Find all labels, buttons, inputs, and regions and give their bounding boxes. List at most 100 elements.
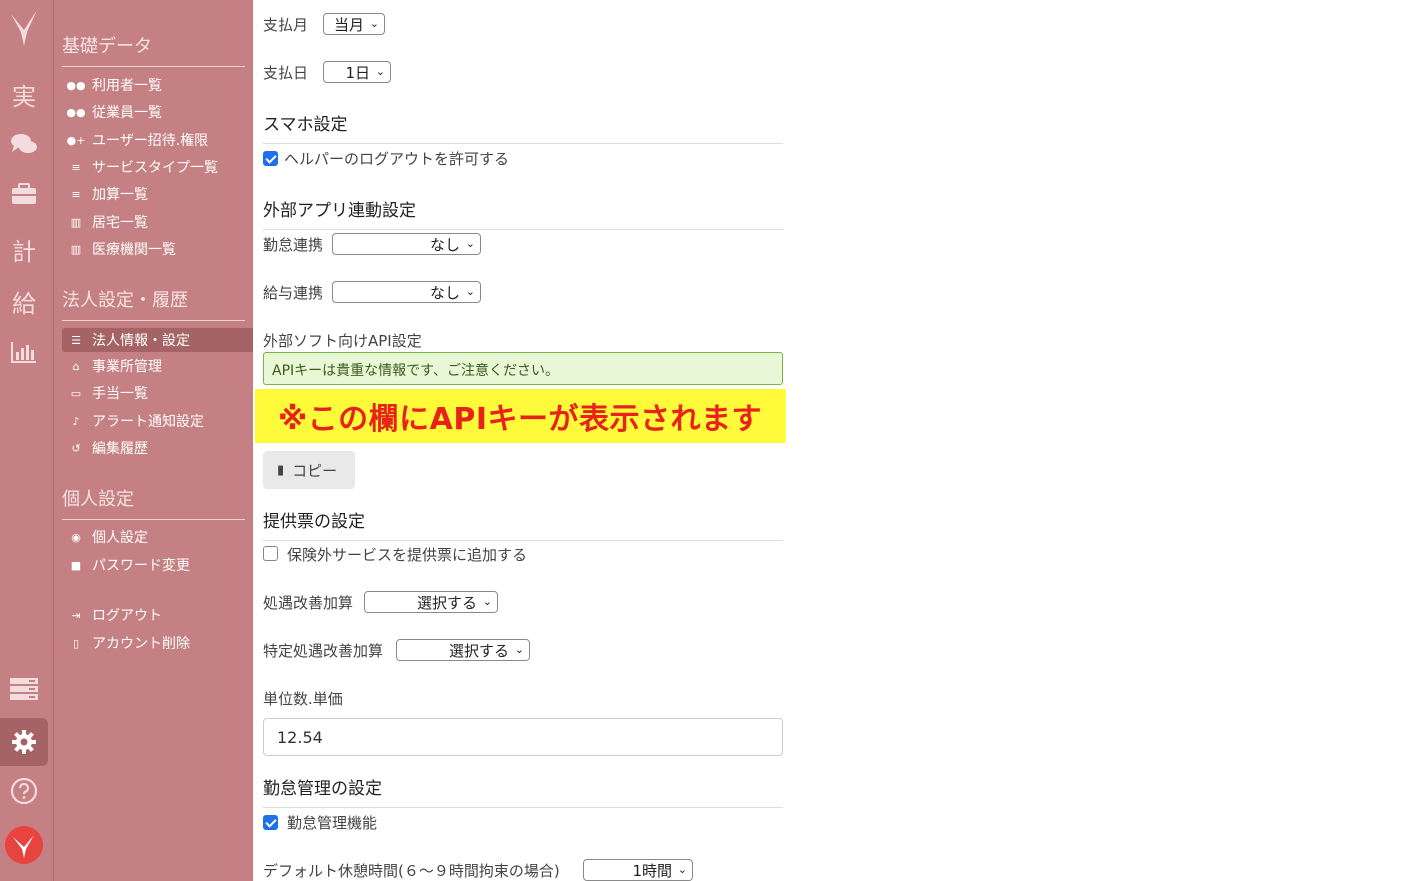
sidebar-item-label: 利用者一覧: [92, 78, 162, 94]
chevron-down-icon: ⌄: [465, 285, 475, 298]
sidebar-item-label: 編集履歴: [92, 441, 148, 457]
sidebar-item-allowances[interactable]: ▭ 手当一覧: [62, 381, 253, 405]
sidebar-item-delete-account[interactable]: ▯ アカウント削除: [62, 631, 253, 655]
building-icon: ▥: [70, 215, 82, 229]
external-app-heading: 外部アプリ連動設定: [263, 196, 783, 230]
sidebar-item-service-types[interactable]: ≡ サービスタイプ一覧: [62, 155, 253, 179]
salary-link-label: 給与連携: [263, 284, 324, 302]
sidebar-item-label: 居宅一覧: [92, 215, 148, 231]
sidebar-item-label: 個人設定: [92, 530, 148, 546]
chevron-down-icon: ⌄: [465, 237, 475, 250]
users-icon: ●●: [66, 78, 86, 92]
attendance-link-label: 勤怠連携: [263, 236, 324, 254]
helper-logout-label: ヘルパーのログアウトを許可する: [284, 150, 510, 168]
sidebar-item-label: アカウント削除: [92, 636, 190, 652]
rail-keikaku-label: 計: [12, 237, 36, 266]
brand-logo-icon[interactable]: [0, 821, 48, 869]
api-key-notice: APIキーは貴重な情報です、ご注意ください。: [263, 352, 783, 385]
sidebar-item-additions[interactable]: ≡ 加算一覧: [62, 182, 253, 206]
helper-logout-checkbox[interactable]: [263, 151, 278, 166]
api-settings-label: 外部ソフト向けAPI設定: [263, 332, 422, 350]
sidebar-item-label: アラート通知設定: [92, 414, 204, 430]
attendance-link-value: なし: [429, 235, 460, 254]
sidebar-item-label: 医療機関一覧: [92, 242, 176, 258]
copy-button[interactable]: ▮ コピー: [263, 451, 355, 489]
file-icon: ▮: [277, 462, 285, 478]
pay-day-label: 支払日: [263, 64, 309, 82]
sidebar-item-corporate-info[interactable]: ☰ 法人情報・設定: [62, 328, 253, 352]
pay-day-select[interactable]: 1日 ⌄: [323, 61, 391, 83]
sidebar-section-basic-data: 基礎データ: [62, 32, 245, 67]
pay-month-select[interactable]: 当月 ⌄: [323, 13, 385, 35]
smartphone-settings-heading: スマホ設定: [263, 110, 783, 144]
users-icon: ●●: [66, 105, 86, 119]
rail-jisseki[interactable]: 実: [0, 70, 48, 118]
help-circle-icon[interactable]: [0, 767, 48, 815]
chevron-down-icon: ⌄: [677, 863, 687, 876]
server-icon[interactable]: [0, 665, 48, 713]
non-insured-label: 保険外サービスを提供票に追加する: [287, 546, 528, 564]
sidebar-item-history[interactable]: ↺ 編集履歴: [62, 436, 253, 460]
user-plus-icon: ●+: [66, 133, 86, 147]
attendance-link-select[interactable]: なし ⌄: [332, 233, 481, 255]
logout-icon: ⇥: [71, 608, 81, 622]
sidebar-item-label: 加算一覧: [92, 187, 148, 203]
default-break-select[interactable]: 1時間 ⌄: [583, 859, 693, 881]
sidebar-item-label: ユーザー招待.権限: [92, 133, 209, 149]
special-treatment-select[interactable]: 選択する ⌄: [396, 639, 530, 661]
sidebar-item-care-offices[interactable]: ▥ 居宅一覧: [62, 210, 253, 234]
sliders-icon: ☰: [71, 333, 81, 347]
sidebar-item-password[interactable]: ■ パスワード変更: [62, 553, 253, 577]
pay-month-value: 当月: [333, 15, 364, 34]
sidebar-item-label: 事業所管理: [92, 359, 162, 375]
rail-jisseki-label: 実: [12, 82, 36, 111]
sidebar-item-offices[interactable]: ⌂ 事業所管理: [62, 354, 253, 378]
sidebar-item-personal-settings[interactable]: ◉ 個人設定: [62, 525, 253, 549]
chevron-down-icon: ⌄: [514, 643, 524, 656]
rail-kyuyo-label: 給: [12, 289, 36, 318]
salary-link-select[interactable]: なし ⌄: [332, 281, 481, 303]
treatment-addition-value: 選択する: [416, 593, 477, 612]
rail-keikaku[interactable]: 計: [0, 225, 48, 273]
gear-icon[interactable]: [0, 718, 48, 766]
bar-chart-icon[interactable]: [0, 328, 48, 376]
treatment-addition-select[interactable]: 選択する ⌄: [364, 591, 498, 613]
pay-month-label: 支払月: [263, 16, 309, 34]
invoice-settings-heading: 提供票の設定: [263, 507, 783, 541]
sidebar-section-personal: 個人設定: [62, 485, 245, 520]
sidebar-item-label: ログアウト: [92, 608, 162, 624]
home-icon: ⌂: [72, 359, 80, 373]
app-logo-icon[interactable]: [0, 4, 48, 52]
attendance-settings-heading: 勤怠管理の設定: [263, 774, 783, 808]
trash-icon: ▯: [72, 636, 80, 650]
sidebar-item-users[interactable]: ●● 利用者一覧: [62, 73, 253, 97]
default-break-label: デフォルト休憩時間(６〜９時間拘束の場合): [263, 862, 560, 880]
api-key-display: ※この欄にAPIキーが表示されます: [255, 389, 786, 443]
sidebar-item-invite[interactable]: ●+ ユーザー招待.権限: [62, 128, 253, 152]
unit-price-input[interactable]: 12.54: [263, 718, 783, 756]
pay-day-value: 1日: [345, 63, 370, 82]
sidebar-item-alerts[interactable]: ♪ アラート通知設定: [62, 409, 253, 433]
sidebar-item-label: 従業員一覧: [92, 105, 162, 121]
sidebar-item-label: 法人情報・設定: [92, 333, 190, 349]
unit-price-label: 単位数.単価: [263, 690, 343, 708]
user-circle-icon: ◉: [71, 530, 81, 544]
chevron-down-icon: ⌄: [375, 65, 385, 78]
attendance-feature-checkbox[interactable]: [263, 815, 278, 830]
non-insured-checkbox[interactable]: [263, 546, 278, 561]
copy-button-label: コピー: [292, 461, 338, 480]
chat-bubbles-icon[interactable]: [0, 120, 48, 168]
salary-link-value: なし: [429, 283, 460, 302]
lock-icon: ■: [70, 558, 82, 572]
settings-form: 支払月 当月 ⌄ 支払日 1日 ⌄ スマホ設定 ヘルパーのログアウトを許可する …: [255, 0, 1413, 881]
sidebar-item-logout[interactable]: ⇥ ログアウト: [62, 603, 253, 627]
sidebar-item-employees[interactable]: ●● 従業員一覧: [62, 100, 253, 124]
sidebar-item-medical[interactable]: ▥ 医療機関一覧: [62, 237, 253, 261]
api-key-placeholder-text: ※この欄にAPIキーが表示されます: [278, 402, 763, 437]
history-icon: ↺: [71, 441, 81, 455]
sidebar-section-corporate: 法人設定・履歴: [62, 286, 245, 321]
sidebar: 基礎データ ●● 利用者一覧 ●● 従業員一覧 ●+ ユーザー招待.権限 ≡ サ…: [54, 0, 253, 881]
rail-kyuyo[interactable]: 給: [0, 277, 48, 325]
briefcase-icon[interactable]: [0, 170, 48, 218]
database-icon: ≡: [71, 160, 81, 174]
